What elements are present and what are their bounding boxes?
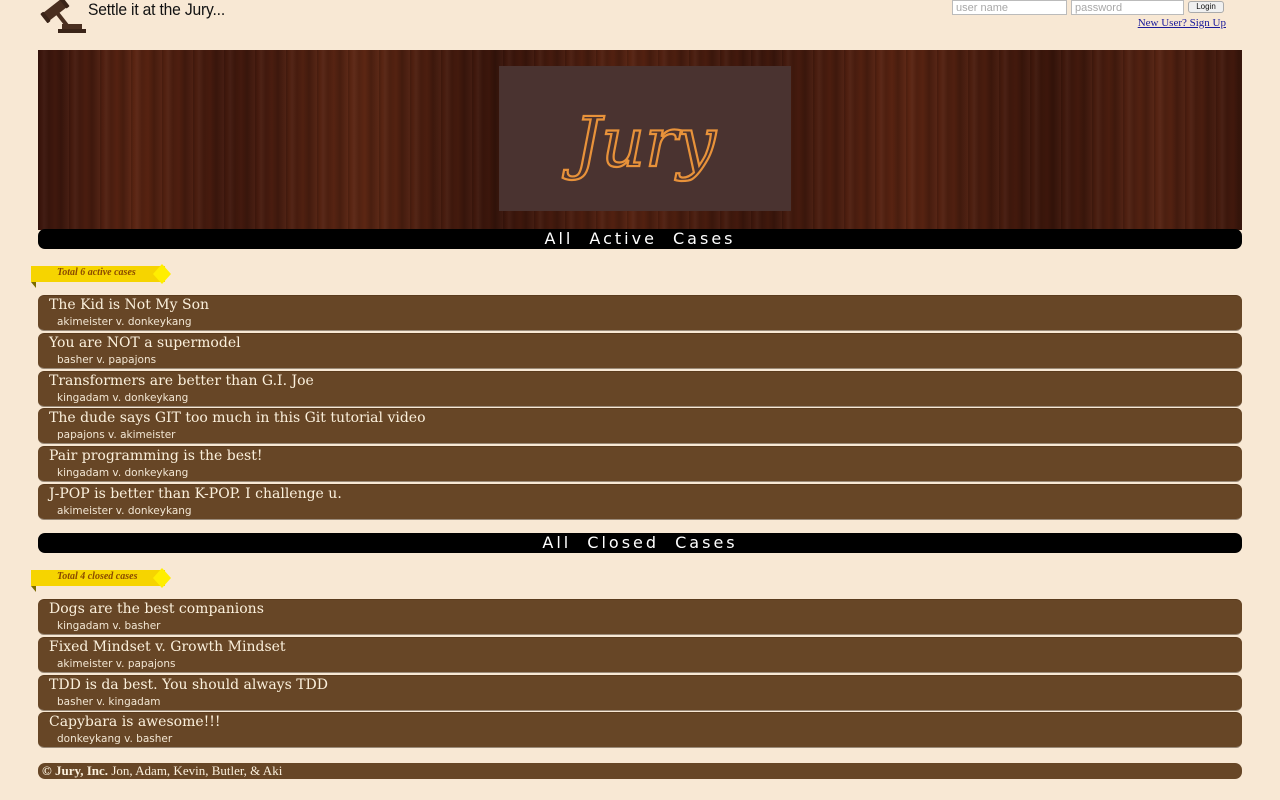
case-parties: papajons v. akimeister xyxy=(57,429,176,442)
active-cases-heading: All Active Cases xyxy=(38,229,1242,249)
case-parties: kingadam v. basher xyxy=(57,620,161,632)
username-input[interactable] xyxy=(952,0,1067,15)
closed-count-label: Total 4 closed cases xyxy=(57,571,138,582)
case-title[interactable]: The Kid is Not My Son xyxy=(49,297,209,313)
case-card[interactable]: Pair programming is the best! kingadam v.… xyxy=(38,446,1242,483)
gavel-logo-icon[interactable] xyxy=(40,0,86,36)
case-card[interactable]: The dude says GIT too much in this Git t… xyxy=(38,408,1242,445)
closed-count-ribbon: Total 4 closed cases xyxy=(31,568,181,592)
case-parties: akimeister v. donkeykang xyxy=(57,505,192,517)
case-card[interactable]: J-POP is better than K-POP. I challenge … xyxy=(38,484,1242,520)
case-title[interactable]: Fixed Mindset v. Growth Mindset xyxy=(49,639,286,655)
case-parties: akimeister v. donkeykang xyxy=(57,316,192,328)
active-count-label: Total 6 active cases xyxy=(57,267,136,278)
login-button[interactable]: Login xyxy=(1188,1,1224,13)
case-parties: kingadam v. donkeykang xyxy=(57,391,189,404)
closed-cases-heading: All Closed Cases xyxy=(38,533,1242,553)
password-input[interactable] xyxy=(1071,0,1184,15)
case-title[interactable]: You are NOT a supermodel xyxy=(49,335,241,351)
case-parties: basher v. kingadam xyxy=(57,695,161,708)
case-title[interactable]: Transformers are better than G.I. Joe xyxy=(49,373,314,389)
jury-script-logo: Jury xyxy=(561,103,719,184)
case-title[interactable]: Capybara is awesome!!! xyxy=(49,714,221,730)
case-parties: kingadam v. donkeykang xyxy=(57,467,189,480)
case-card[interactable]: Transformers are better than G.I. Joe kin… xyxy=(38,370,1242,407)
case-card[interactable]: TDD is da best. You should always TDD bas… xyxy=(38,674,1242,711)
case-card[interactable]: The Kid is Not My Son akimeister v. donke… xyxy=(38,295,1242,331)
case-title[interactable]: The dude says GIT too much in this Git t… xyxy=(49,410,426,426)
case-title[interactable]: Dogs are the best companions xyxy=(49,601,264,617)
site-tagline: Settle it at the Jury... xyxy=(88,0,225,19)
footer-credits: Jon, Adam, Kevin, Butler, & Aki xyxy=(111,763,283,778)
footer: © Jury, Inc. Jon, Adam, Kevin, Butler, &… xyxy=(38,763,1242,779)
case-title[interactable]: Pair programming is the best! xyxy=(49,448,262,464)
case-parties: basher v. papajons xyxy=(57,353,157,366)
case-title[interactable]: J-POP is better than K-POP. I challenge … xyxy=(49,486,342,502)
case-card[interactable]: Dogs are the best companions kingadam v. … xyxy=(38,599,1242,635)
case-parties: akimeister v. papajons xyxy=(57,657,176,670)
signup-link[interactable]: New User? Sign Up xyxy=(1138,17,1226,29)
case-card[interactable]: Fixed Mindset v. Growth Mindset akimeiste… xyxy=(38,636,1242,673)
case-parties: donkeykang v. basher xyxy=(57,733,173,746)
top-bar: Settle it at the Jury... Login New User?… xyxy=(0,0,1280,48)
case-title[interactable]: TDD is da best. You should always TDD xyxy=(49,677,328,693)
case-card[interactable]: You are NOT a supermodel basher v. papajo… xyxy=(38,332,1242,369)
footer-company: © Jury, Inc. xyxy=(42,763,109,778)
banner-sign: Jury xyxy=(499,66,791,211)
case-card[interactable]: Capybara is awesome!!! donkeykang v. bash… xyxy=(38,712,1242,749)
active-count-ribbon: Total 6 active cases xyxy=(31,264,181,288)
hero-banner: Jury xyxy=(38,50,1242,230)
banner-logo-text: Jury xyxy=(562,104,718,183)
